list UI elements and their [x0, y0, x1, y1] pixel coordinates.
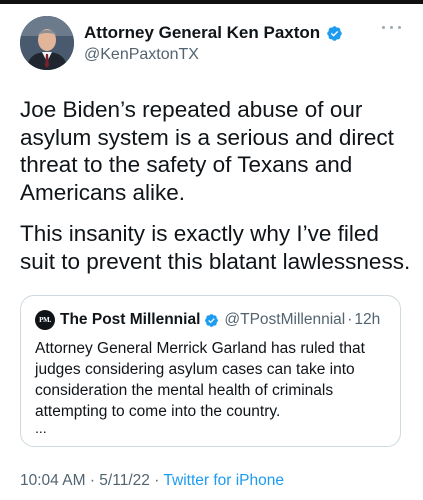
author-handle[interactable]: @KenPaxtonTX: [84, 46, 199, 64]
tweet-time[interactable]: 10:04 AM: [20, 472, 86, 489]
tweet-text-paragraph-2: This insanity is exactly why I’ve filed …: [20, 221, 411, 274]
quoted-tweet-header: PM. The Post Millennial @TPostMillennial…: [35, 310, 380, 330]
top-status-strip: [0, 0, 423, 4]
quoted-tweet-text: Attorney General Merrick Garland has rul…: [35, 340, 365, 420]
author-avatar-photo: [20, 16, 74, 70]
tweet-date[interactable]: 5/11/22: [99, 472, 150, 489]
tweet-source-link[interactable]: Twitter for iPhone: [163, 472, 284, 489]
meta-separator-1: ·: [89, 472, 95, 489]
meta-separator-2: ·: [154, 472, 160, 489]
quoted-tweet-age: 12h: [354, 311, 381, 328]
quoted-author-handle: @TPostMillennial: [224, 311, 346, 328]
tweet-metadata: 10:04 AM · 5/11/22 · Twitter for iPhone: [20, 472, 284, 490]
more-options-icon[interactable]: [381, 24, 403, 32]
verified-badge-icon: [327, 25, 342, 41]
quoted-verified-badge-icon: [205, 313, 219, 327]
quoted-author-avatar: PM.: [35, 310, 55, 330]
tweet-text-paragraph-1: Joe Biden’s repeated abuse of our asylum…: [20, 97, 394, 205]
author-name[interactable]: Attorney General Ken Paxton: [84, 23, 320, 43]
author-avatar[interactable]: [20, 16, 74, 70]
quoted-tweet-ellipsis: ...: [35, 420, 47, 436]
author-name-row: Attorney General Ken Paxton: [84, 23, 343, 43]
quoted-separator: ·: [347, 311, 353, 328]
quoted-author-name: The Post Millennial: [60, 311, 201, 328]
quoted-tweet-card[interactable]: PM. The Post Millennial @TPostMillennial…: [20, 295, 401, 447]
